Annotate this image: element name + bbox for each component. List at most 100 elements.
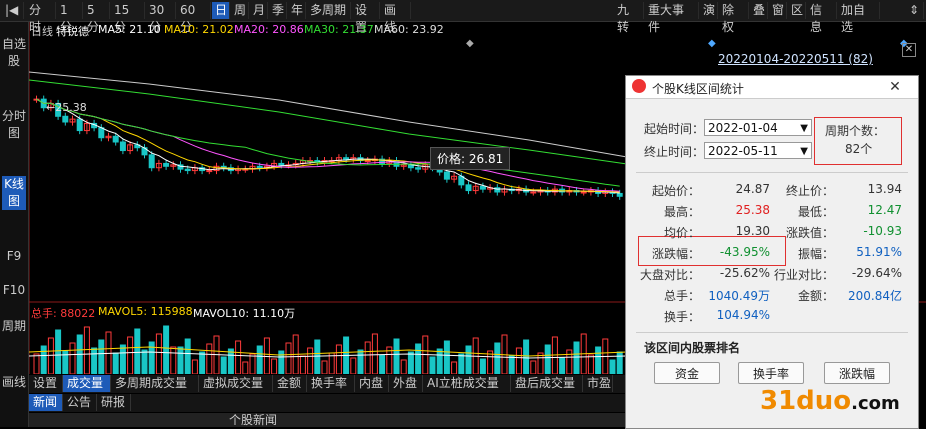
close-icon[interactable]: ✕ xyxy=(902,43,916,57)
first-page-icon[interactable]: |◀ xyxy=(2,2,24,19)
period-tab-8[interactable]: 月 xyxy=(250,2,268,19)
period-tab-11[interactable]: 多周期 xyxy=(307,2,351,19)
rank-fund-button[interactable]: 资金 xyxy=(654,362,720,384)
news-tab-2[interactable]: 研报 xyxy=(97,394,131,411)
volume-bar xyxy=(544,344,551,374)
mark-icon[interactable]: ◆ xyxy=(708,38,716,49)
period-tab-5[interactable]: 60分 xyxy=(177,2,211,34)
stat-label: 换手： xyxy=(663,310,700,324)
indicator-tab-4[interactable]: 金额 xyxy=(273,375,307,392)
rank-turnover-button[interactable]: 换手率 xyxy=(738,362,804,384)
period-tab-13[interactable]: 画线 xyxy=(381,2,411,34)
volume-bar xyxy=(235,340,242,374)
watermark-brand: 31duo xyxy=(760,386,852,416)
volume-bar xyxy=(55,329,62,374)
start-time-select[interactable]: 2022-01-04 ▼ xyxy=(704,119,812,136)
volume-bar xyxy=(83,326,90,374)
candle xyxy=(98,127,105,139)
vol-label: 总手: 88022 xyxy=(31,307,96,320)
rank-change-button[interactable]: 涨跌幅 xyxy=(824,362,890,384)
ma60-label: MA60: 23.92 xyxy=(374,23,444,36)
period-tab-4[interactable]: 30分 xyxy=(146,2,176,34)
volume-bar xyxy=(595,346,602,374)
end-time-select[interactable]: 2022-05-11 ▼ xyxy=(704,142,812,159)
period-count-value: 82个 xyxy=(845,142,873,156)
sidebar-item-0[interactable]: 自选股 xyxy=(2,36,26,70)
period-tab-10[interactable]: 年 xyxy=(288,2,306,19)
volume-bar xyxy=(415,343,422,374)
indicator-tab-5[interactable]: 换手率 xyxy=(307,375,355,392)
news-tab-1[interactable]: 公告 xyxy=(63,394,97,411)
indicator-tab-1[interactable]: 成交量 xyxy=(63,375,111,392)
stock-name: 特锐德 xyxy=(56,25,89,38)
range-label[interactable]: 20220104-20220511 (82) xyxy=(718,52,873,66)
ma30-label: MA30: 21.37 xyxy=(304,23,374,36)
tool-button-8[interactable]: 加自选 xyxy=(838,2,880,34)
tool-button-7[interactable]: 信息 xyxy=(807,2,837,34)
stat-label: 涨跌幅： xyxy=(651,247,700,261)
volume-bar xyxy=(307,347,314,374)
volume-bar xyxy=(285,342,292,374)
stat-value: -29.64% xyxy=(851,266,902,280)
volume-bar xyxy=(587,354,594,374)
tool-button-1[interactable]: 重大事件 xyxy=(645,2,699,34)
sidebar-item-2[interactable]: K线图 xyxy=(2,176,26,210)
tool-button-6[interactable]: 区 xyxy=(788,2,806,19)
news-tab-0[interactable]: 新闻 xyxy=(29,394,63,411)
volume-bar xyxy=(199,351,206,374)
indicator-tab-2[interactable]: 多周期成交量 xyxy=(111,375,199,392)
indicator-tab-6[interactable]: 内盘 xyxy=(355,375,389,392)
period-tab-9[interactable]: 季 xyxy=(269,2,287,19)
volume-bar xyxy=(458,353,465,374)
start-time-label: 起始时间： xyxy=(644,122,705,136)
period-tab-1[interactable]: 1分 xyxy=(57,2,83,34)
rank-title: 该区间内股票排名 xyxy=(644,341,741,355)
dialog-titlebar[interactable]: 个股K线区间统计 ✕ xyxy=(626,76,918,99)
volume-bar xyxy=(609,359,616,374)
stat-label: 最高： xyxy=(663,205,700,219)
period-tab-3[interactable]: 15分 xyxy=(111,2,145,34)
candle xyxy=(76,118,83,132)
period-tab-6[interactable]: 日 xyxy=(212,2,230,19)
volume-bar xyxy=(69,342,76,374)
volume-bar xyxy=(141,349,148,374)
indicator-tab-7[interactable]: 外盘 xyxy=(389,375,423,392)
volume-bar xyxy=(523,339,530,374)
candle xyxy=(616,192,623,197)
volume-bar xyxy=(155,333,162,374)
volume-bar xyxy=(249,353,256,374)
sidebar-item-6[interactable]: 画线 xyxy=(2,374,26,391)
stat-label: 振幅： xyxy=(797,247,834,261)
volume-bar xyxy=(242,361,249,374)
period-tab-12[interactable]: 设置 xyxy=(352,2,380,34)
period-tab-2[interactable]: 5分 xyxy=(84,2,110,34)
tool-button-2[interactable]: 演 xyxy=(700,2,718,19)
sidebar-item-3[interactable]: F9 xyxy=(2,248,26,265)
news-panel: 个股新闻 xyxy=(29,413,626,427)
indicator-tab-0[interactable]: 设置 xyxy=(29,375,63,392)
close-icon[interactable]: ✕ xyxy=(878,78,912,96)
period-tab-7[interactable]: 周 xyxy=(231,2,249,19)
sidebar-item-4[interactable]: F10 xyxy=(2,282,26,299)
indicator-tab-8[interactable]: AI立桩成交量 xyxy=(423,375,511,392)
mark-icon[interactable]: ◆ xyxy=(466,38,474,49)
candle xyxy=(148,154,155,169)
tool-button-5[interactable]: 窗 xyxy=(769,2,787,19)
mavol5-label: MAVOL5: 115988 xyxy=(98,305,193,318)
sidebar-item-1[interactable]: 分时图 xyxy=(2,108,26,142)
sidebar-item-5[interactable]: 周期 xyxy=(2,318,26,335)
interval-stats-dialog: 个股K线区间统计 ✕ 起始时间： 2022-01-04 ▼ 终止时间： 2022-… xyxy=(625,75,919,429)
candle xyxy=(530,191,537,194)
volume-bar xyxy=(134,328,141,374)
period-tab-0[interactable]: 分时 xyxy=(26,2,56,34)
indicator-tab-3[interactable]: 虚拟成交量 xyxy=(199,375,273,392)
panel-toggle-icon[interactable]: ⇕ xyxy=(906,2,924,19)
volume-bar xyxy=(335,344,342,374)
tool-button-3[interactable]: 除权 xyxy=(719,2,749,34)
indicator-tab-10[interactable]: 市盈 xyxy=(583,375,613,392)
volume-bar xyxy=(47,337,54,374)
tool-button-0[interactable]: 九转 xyxy=(614,2,644,34)
tool-button-4[interactable]: 叠 xyxy=(750,2,768,19)
indicator-tab-9[interactable]: 盘后成交量 xyxy=(511,375,583,392)
stat-value: -10.93 xyxy=(863,224,902,238)
